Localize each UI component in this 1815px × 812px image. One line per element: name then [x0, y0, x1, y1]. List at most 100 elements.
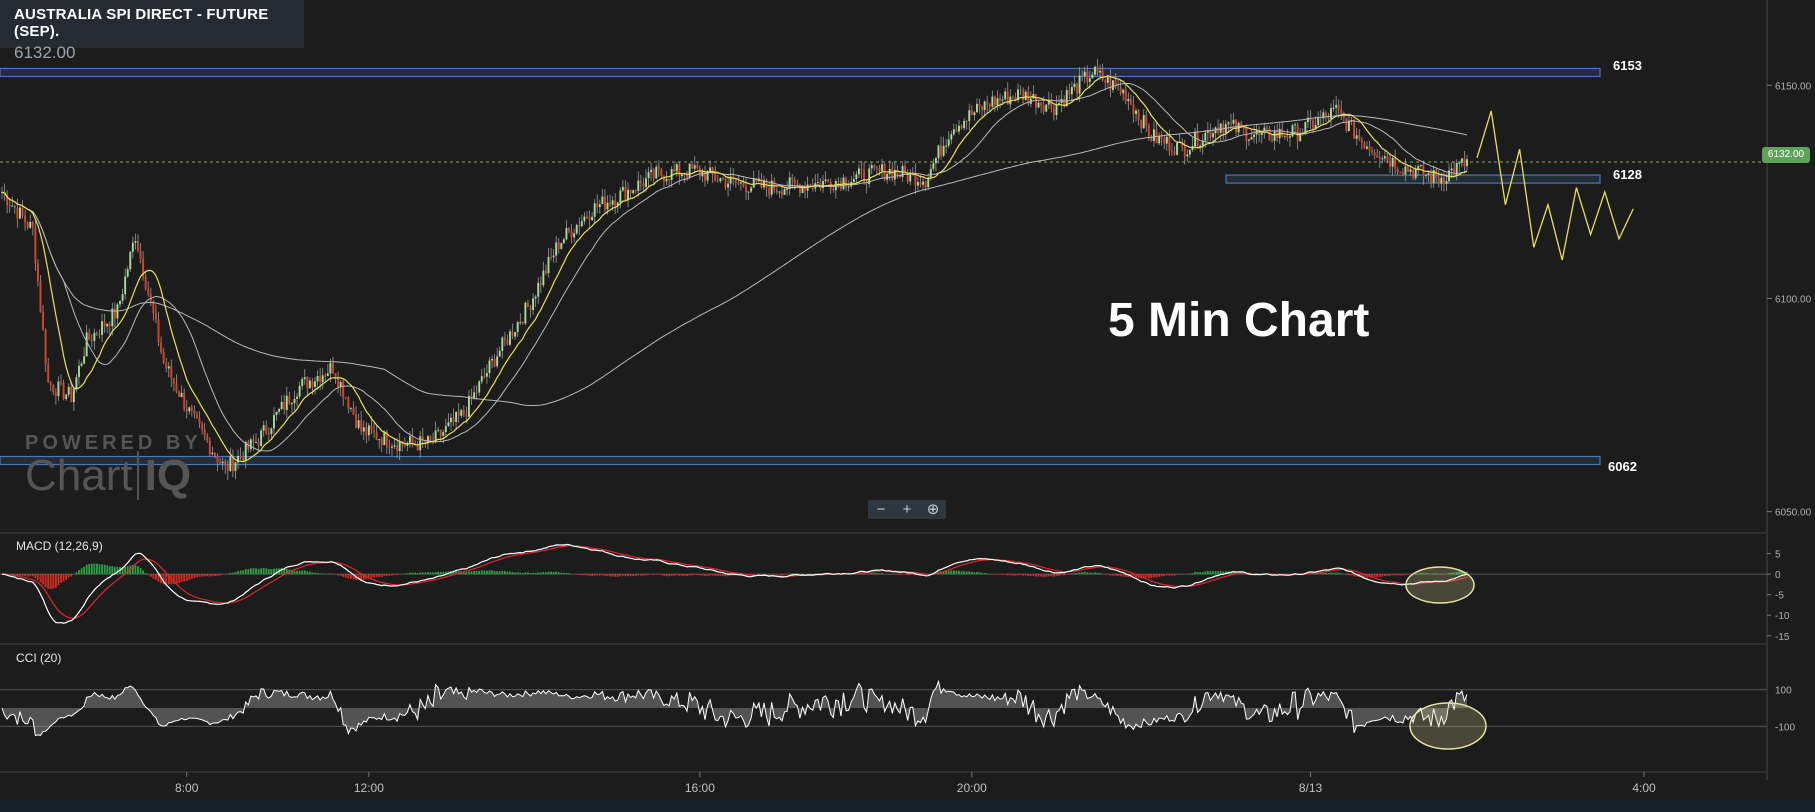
macd-hist-146 [375, 574, 378, 578]
macd-hist-313 [804, 574, 806, 575]
macd-hist-160 [411, 572, 414, 575]
macd-hist-76 [196, 574, 198, 578]
zoom-reset-icon[interactable]: ⊕ [922, 500, 944, 519]
candle-body-416 [1068, 90, 1071, 95]
current-price-tag: 6132.00 [1762, 147, 1810, 163]
macd-hist-98 [252, 568, 255, 575]
macd-hist-11 [29, 574, 32, 577]
macd-hist-468 [1201, 571, 1204, 575]
candle-body-228 [586, 216, 588, 218]
macd-hist-402 [1032, 574, 1035, 576]
macd-hist-394 [1011, 574, 1014, 576]
macd-hist-157 [403, 573, 406, 575]
candle-body-102 [262, 425, 265, 431]
macd-hist-120 [308, 571, 311, 575]
candle-body-173 [444, 426, 447, 433]
macd-hist-403 [1035, 574, 1037, 577]
macd-hist-253 [650, 574, 653, 575]
macd-hist-312 [801, 573, 804, 575]
candle-body-216 [555, 242, 558, 256]
macd-hist-96 [247, 568, 250, 575]
candle-body-98 [252, 439, 255, 443]
candle-body-290 [745, 186, 747, 193]
candle-body-387 [993, 96, 996, 106]
macd-hist-454 [1165, 574, 1168, 576]
macd-hist-52 [134, 565, 137, 575]
macd-hist-544 [1396, 574, 1399, 576]
candle-body-478 [1227, 122, 1230, 125]
candle-body-269 [691, 163, 694, 169]
macd-hist-252 [647, 574, 650, 575]
macd-hist-8 [21, 574, 24, 577]
candle-body-443 [1137, 110, 1140, 120]
candle-body-419 [1076, 83, 1078, 94]
candle-body-316 [811, 187, 814, 189]
macd-tick-label-2: -5 [1775, 591, 1784, 602]
macd-hist-398 [1022, 574, 1025, 576]
macd-hist-424 [1088, 572, 1091, 575]
macd-hist-130 [334, 574, 337, 575]
candle-body-126 [324, 375, 327, 377]
macd-hist-433 [1112, 574, 1114, 576]
macd-hist-304 [781, 574, 783, 575]
candle-body-91 [234, 462, 237, 471]
macd-hist-249 [639, 574, 642, 576]
candle-body-195 [501, 337, 504, 351]
candle-body-524 [1345, 118, 1348, 131]
macd-hist-134 [344, 574, 347, 578]
candle-body-16 [42, 311, 45, 330]
zoom-in-button[interactable]: + [896, 500, 918, 519]
zoom-controls: − + ⊕ [868, 500, 946, 519]
candle-body-83 [214, 452, 216, 456]
candle-body-138 [355, 414, 358, 428]
candle-body-52 [134, 241, 137, 243]
macd-hist-144 [370, 574, 373, 578]
macd-hist-341 [875, 572, 878, 575]
macd-hist-233 [598, 574, 601, 576]
candle-body-444 [1140, 119, 1143, 129]
macd-hist-158 [406, 573, 409, 575]
candle-body-455 [1168, 136, 1171, 152]
candle-body-425 [1091, 74, 1094, 79]
ticker-header[interactable]: AUSTRALIA SPI DIRECT - FUTURE (SEP). 613… [0, 0, 304, 62]
candle-body-219 [562, 239, 565, 244]
candle-body-453 [1163, 138, 1166, 144]
macd-hist-266 [683, 574, 686, 576]
macd-hist-182 [468, 571, 470, 575]
candle-body-95 [244, 441, 247, 461]
zoom-out-button[interactable]: − [870, 500, 892, 519]
chart-canvas[interactable]: 6150.00 6100.00 6050.00 8:00 12:00 16:00 20:00… [0, 0, 1815, 812]
candle-body-175 [450, 417, 452, 423]
candle-body-360 [924, 181, 927, 188]
candle-body-557 [1430, 173, 1433, 183]
y-tick-label-0: 6150.00 [1775, 81, 1812, 92]
candle-body-56 [144, 276, 147, 290]
candle-body-374 [960, 125, 963, 129]
macd-hist-348 [893, 574, 896, 575]
candle-body-72 [185, 408, 188, 412]
candle-body-272 [698, 167, 701, 177]
candle-body-563 [1445, 181, 1448, 184]
macd-hist-295 [757, 573, 760, 575]
macd-hist-430 [1104, 574, 1107, 575]
candle-body-227 [583, 216, 586, 222]
candle-body-446 [1145, 115, 1148, 126]
macd-hist-545 [1399, 574, 1402, 576]
candle-body-268 [688, 163, 691, 178]
candle-body-537 [1378, 157, 1381, 159]
macd-hist-59 [152, 574, 155, 579]
candle-body-70 [180, 392, 183, 398]
macd-hist-281 [722, 574, 724, 576]
candle-body-423 [1086, 71, 1089, 82]
macd-hist-387 [994, 574, 996, 575]
candle-body-279 [716, 180, 719, 182]
candle-body-322 [827, 179, 830, 183]
macd-hist-133 [342, 574, 345, 577]
macd-hist-155 [398, 574, 401, 575]
candle-body-441 [1132, 104, 1135, 114]
candle-body-209 [537, 282, 540, 297]
candle-body-40 [103, 321, 106, 327]
candle-body-304 [781, 191, 783, 195]
candle-body-549 [1409, 169, 1412, 172]
candle-body-7 [19, 207, 21, 219]
